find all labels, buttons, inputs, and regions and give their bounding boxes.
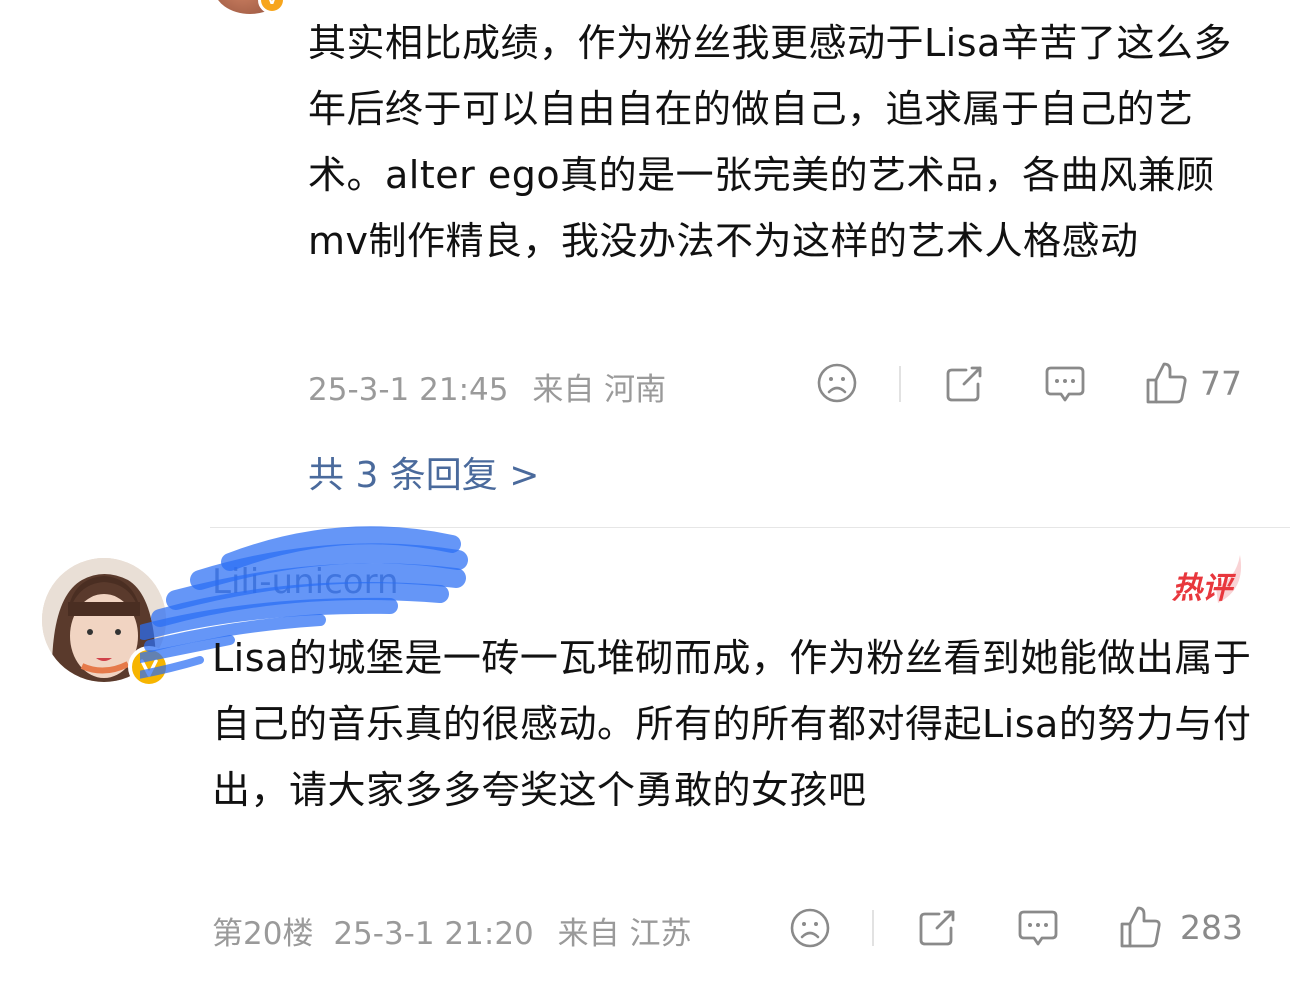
comment-action-bar (816, 362, 858, 404)
comment-meta: 第20楼 25-3-1 21:20 来自 江苏 (212, 908, 692, 953)
comment-icon[interactable] (1016, 906, 1060, 954)
comment-body: Lisa的城堡是一砖一瓦堆砌而成，作为粉丝看到她能做出属于自己的音乐真的很感动。… (212, 636, 1252, 812)
share-icon[interactable] (915, 906, 959, 954)
comment-meta: 25-3-1 21:45 来自 河南 (308, 364, 666, 409)
thumbs-up-icon (1118, 904, 1162, 950)
divider (210, 527, 1290, 528)
view-replies-link[interactable]: 共 3 条回复 > (308, 446, 539, 498)
like-count: 77 (1200, 363, 1242, 403)
sad-face-icon[interactable] (789, 907, 831, 953)
divider (872, 910, 874, 946)
like-count: 283 (1180, 907, 1243, 947)
timestamp: 25-3-1 21:45 (308, 372, 509, 408)
timestamp: 25-3-1 21:20 (333, 916, 534, 952)
sad-face-icon[interactable] (816, 362, 858, 404)
like-button[interactable]: 283 (1118, 904, 1243, 950)
comment-icon[interactable] (1043, 362, 1087, 410)
like-button[interactable]: 77 (1144, 360, 1242, 406)
location: 来自 河南 (532, 372, 667, 408)
username[interactable]: Lili-unicorn (212, 562, 399, 602)
thumbs-up-icon (1144, 360, 1188, 406)
hot-comment-badge: 热评 (1168, 553, 1248, 609)
location: 来自 江苏 (557, 916, 692, 952)
verified-badge-icon (128, 646, 170, 688)
comment-body: 其实相比成绩，作为粉丝我更感动于Lisa辛苦了这么多年后终于可以自由自在的做自己… (308, 21, 1232, 263)
share-icon[interactable] (942, 362, 986, 410)
floor-number: 第20楼 (212, 916, 314, 952)
divider (899, 366, 901, 402)
